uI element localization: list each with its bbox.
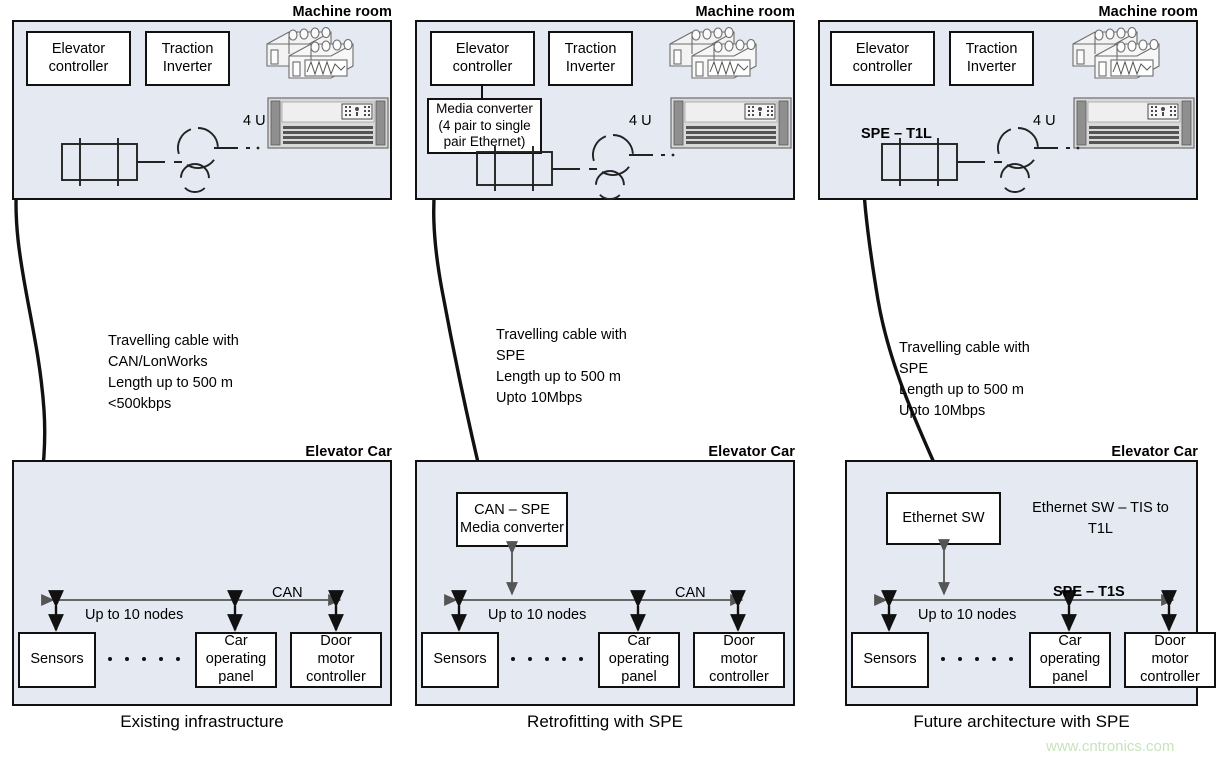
column-caption-3: Future architecture with SPE [913,712,1130,731]
bus-label-3: SPE – T1S [1053,584,1125,600]
diagram-canvas: Machine room Elevator controller Tractio… [0,0,1230,762]
site-watermark: www.cntronics.com [1046,738,1175,755]
car-operating-panel-3[interactable]: Car operating panel [1029,632,1111,688]
sensors-3[interactable]: Sensors [851,632,929,688]
door-motor-controller-3[interactable]: Door motor controller [1124,632,1216,688]
nodes-label-3: Up to 10 nodes [918,607,1017,623]
node-ellipsis-3 [941,657,1013,661]
